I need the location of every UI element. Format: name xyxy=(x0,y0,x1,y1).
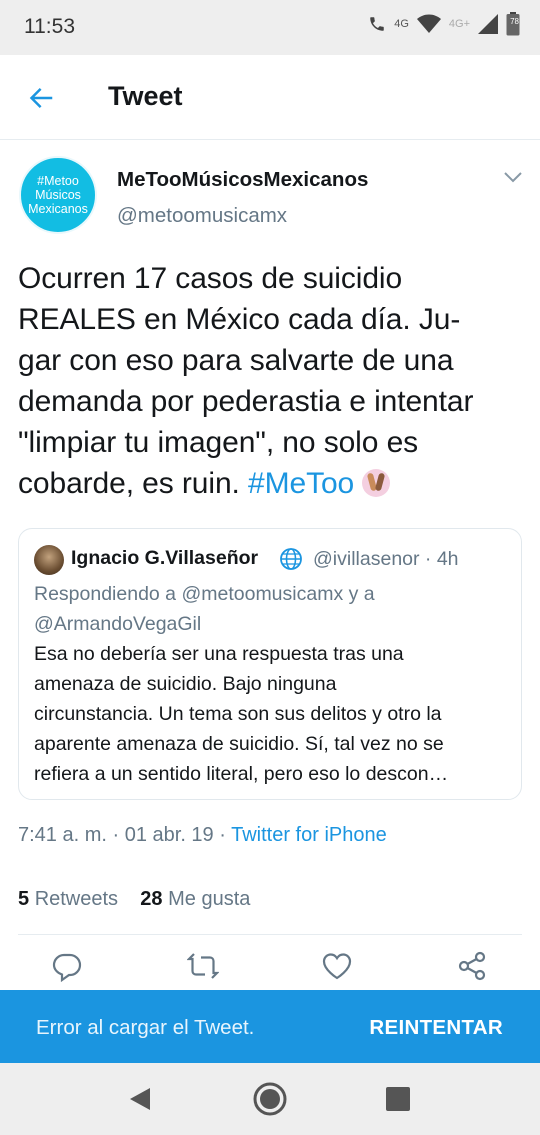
avatar-text-line: Músicos xyxy=(35,188,81,202)
raised-hands-emoji-icon xyxy=(362,469,391,497)
nav-back-icon[interactable] xyxy=(122,1081,158,1117)
quoted-text-line: Esa no debería ser una respuesta tras un… xyxy=(34,643,404,665)
reply-context-line: @ArmandoVegaGil xyxy=(34,613,202,635)
quoted-text-line: circunstancia. Un tema son sus delitos y… xyxy=(34,703,442,725)
quoted-handle-time: @ivillasenor · 4h xyxy=(313,548,459,570)
tweet-meta: 7:41 a. m. · 01 abr. 19 · Twitter for iP… xyxy=(18,824,387,847)
network-tag: 4G xyxy=(394,18,409,30)
retweet-icon[interactable] xyxy=(187,950,219,982)
status-icons: 4G 4G+ 78 xyxy=(368,12,520,36)
battery-level: 78 xyxy=(510,17,519,26)
tweet-text-line: Ocurren 17 casos de suicidio xyxy=(18,262,403,295)
app-header: Tweet xyxy=(0,55,540,140)
globe-icon xyxy=(280,548,302,570)
tweet-text-line: "limpiar tu imagen", no solo es xyxy=(18,426,419,459)
quoted-author-avatar xyxy=(34,545,64,575)
tweet-text-line: gar con eso para salvarte de una xyxy=(18,344,454,377)
quoted-tweet-text: Esa no debería ser una respuesta tras un… xyxy=(34,639,514,789)
tweet-text-line: cobarde, es ruin. xyxy=(18,467,240,500)
snackbar-message: Error al cargar el Tweet. xyxy=(36,1016,255,1039)
avatar-text-line: #Metoo xyxy=(37,174,79,188)
page-title: Tweet xyxy=(108,81,183,111)
quoted-text-line: aparente amenaza de suicidio. Sí, tal ve… xyxy=(34,733,444,755)
reply-icon[interactable] xyxy=(51,950,83,982)
wifi-icon xyxy=(416,14,441,33)
chevron-down-icon[interactable] xyxy=(503,170,523,184)
quoted-text-line: amenaza de suicidio. Bajo ninguna xyxy=(34,673,337,695)
reply-context-line: Respondiendo a @metoomusicamx y a xyxy=(34,583,375,605)
tweet-text-line: REALES en México cada día. Ju- xyxy=(18,303,461,336)
tweet-actions xyxy=(0,940,540,992)
like-icon[interactable] xyxy=(321,950,353,982)
tweet-text: Ocurren 17 casos de suicidio REALES en M… xyxy=(18,258,528,504)
network-tag-secondary: 4G+ xyxy=(448,18,470,30)
retweet-label[interactable]: Retweets xyxy=(35,888,118,910)
tweet-stats: 5 Retweets 28 Me gusta xyxy=(18,888,250,911)
author-handle[interactable]: @metoomusicamx xyxy=(117,204,287,228)
nav-home-icon[interactable] xyxy=(252,1081,288,1117)
nav-recents-icon[interactable] xyxy=(380,1081,416,1117)
retry-button[interactable]: REINTENTAR xyxy=(369,1016,503,1040)
share-icon[interactable] xyxy=(456,950,488,982)
quoted-reply-context: Respondiendo a @metoomusicamx y a @Arman… xyxy=(34,579,514,639)
tweet-text-last-line: cobarde, es ruin. #MeToo xyxy=(18,463,528,504)
tweet-text-line: demanda por pederastia e intentar xyxy=(18,385,474,418)
like-count[interactable]: 28 xyxy=(140,888,162,910)
tweet-timestamp: 7:41 a. m. · 01 abr. 19 · xyxy=(18,824,232,846)
quoted-author-name: Ignacio G.Villaseñor xyxy=(71,547,259,569)
quoted-text-line: refiera a un sentido literal, pero eso l… xyxy=(34,763,449,785)
author-avatar[interactable]: #Metoo Músicos Mexicanos xyxy=(19,156,97,234)
call-icon xyxy=(370,17,384,31)
quoted-tweet[interactable]: Ignacio G.Villaseñor @ivillasenor · 4h R… xyxy=(18,528,522,800)
hashtag-link[interactable]: #MeToo xyxy=(248,467,354,500)
author-name[interactable]: MeTooMúsicosMexicanos xyxy=(117,168,368,192)
like-label[interactable]: Me gusta xyxy=(168,888,250,910)
retweet-count[interactable]: 5 xyxy=(18,888,29,910)
avatar-text-line: Mexicanos xyxy=(28,202,88,216)
tweet-source-link[interactable]: Twitter for iPhone xyxy=(231,824,387,846)
status-time: 11:53 xyxy=(24,15,75,38)
error-snackbar: Error al cargar el Tweet. REINTENTAR xyxy=(0,990,540,1063)
system-nav-bar xyxy=(0,1063,540,1135)
signal-icon xyxy=(478,14,498,34)
status-bar: 11:53 4G 4G+ 78 xyxy=(0,0,540,55)
back-arrow-icon[interactable] xyxy=(26,83,56,113)
divider xyxy=(18,934,522,935)
